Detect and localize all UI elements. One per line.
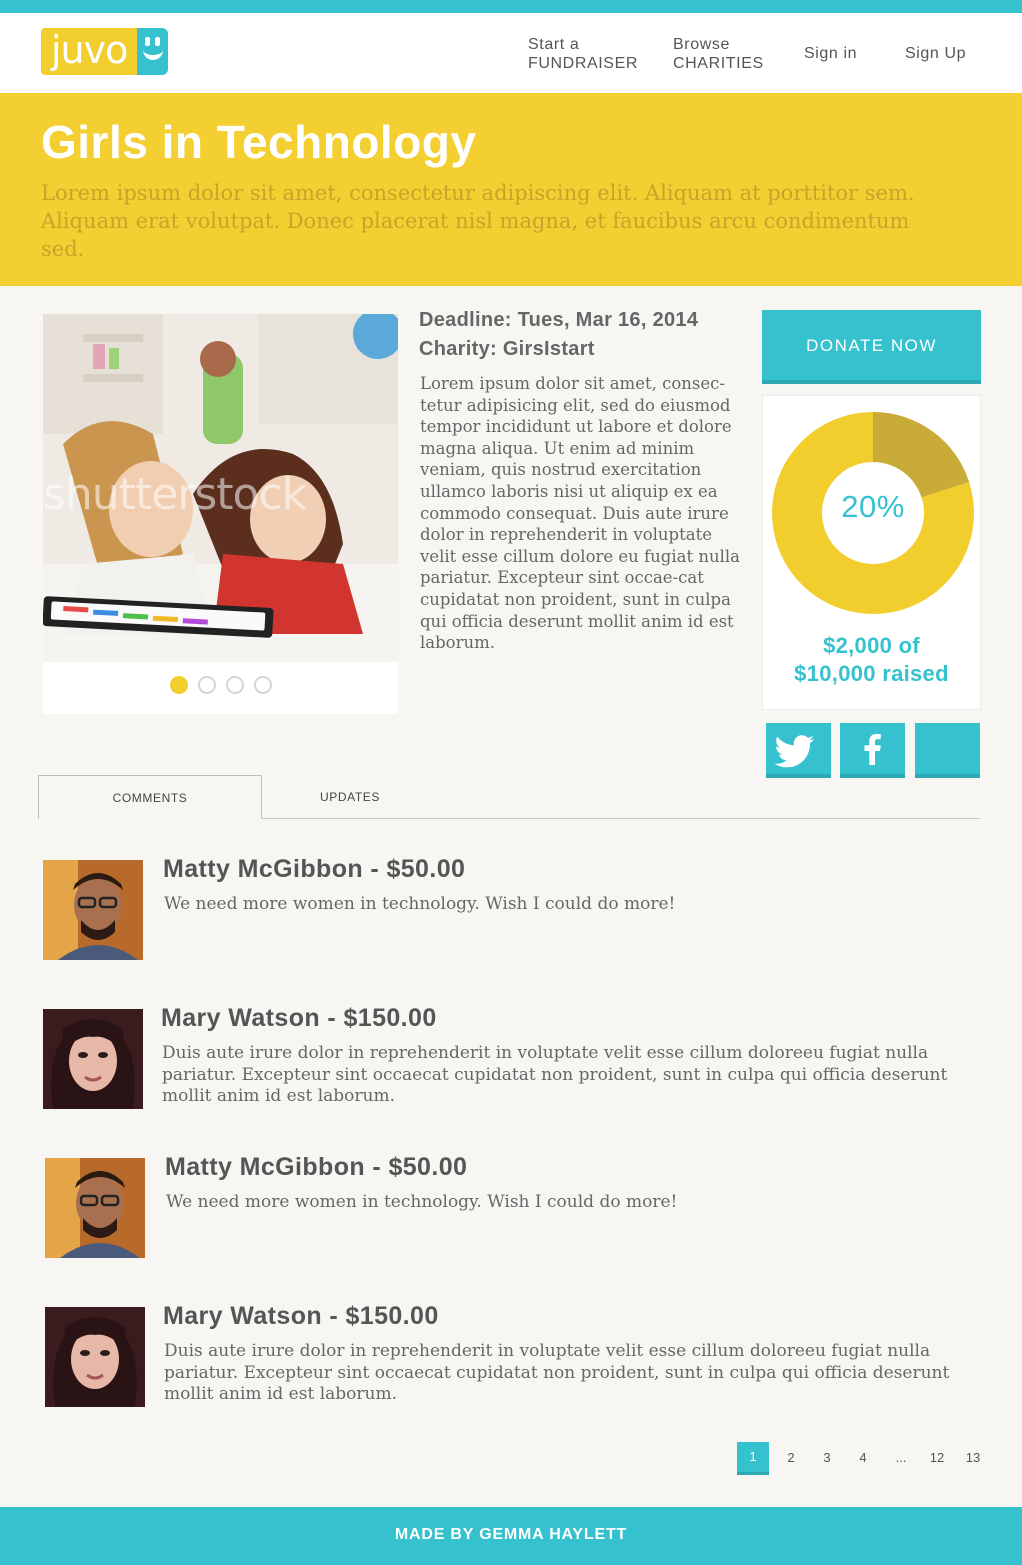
comment-title: Mary Watson - $150.00 [163, 1302, 439, 1330]
avatar [45, 1307, 145, 1407]
avatar [43, 860, 143, 960]
share-facebook-button[interactable] [840, 723, 905, 778]
comment-title: Matty McGibbon - $50.00 [163, 855, 466, 883]
nav-browse-line1: Browse [673, 36, 730, 53]
smiley-face-icon [137, 28, 168, 75]
share-twitter-button[interactable] [766, 723, 831, 778]
page-3[interactable]: 3 [811, 1442, 843, 1475]
donate-now-button[interactable]: DONATE NOW [762, 310, 981, 384]
nav-sign-up[interactable]: Sign Up [905, 44, 966, 63]
page-13[interactable]: 13 [957, 1442, 989, 1475]
carousel-dot-1[interactable] [169, 676, 188, 694]
nav-sign-in[interactable]: Sign in [804, 44, 857, 63]
raised-line-1: $2,000 of [823, 633, 920, 658]
juvo-logo[interactable]: juvo [41, 28, 168, 75]
share-other-button[interactable] [915, 723, 980, 778]
twitter-icon [774, 735, 814, 768]
carousel-indicators [43, 676, 398, 699]
page-1[interactable]: 1 [737, 1442, 769, 1475]
campaign-description: Lorem ipsum dolor sit amet, consec-tetur… [420, 374, 740, 653]
nav-browse-charities[interactable]: Browse CHARITIES [673, 35, 764, 73]
watermark-text: shutterstock [43, 469, 308, 520]
campaign-subtitle: Lorem ipsum dolor sit amet, consectetur … [41, 181, 915, 261]
site-footer: MADE BY GEMMA HAYLETT [0, 1507, 1022, 1565]
facebook-icon [864, 733, 881, 765]
page-ellipsis: ... [895, 1450, 907, 1465]
comment-title: Matty McGibbon - $50.00 [165, 1153, 468, 1181]
campaign-deadline: Deadline: Tues, Mar 16, 2014 [419, 309, 699, 331]
funding-raised-text: $2,000 of $10,000 raised [763, 632, 980, 688]
carousel-dot-4[interactable] [253, 676, 272, 694]
nav-start-line1: Start a [528, 36, 580, 53]
carousel-dot-2[interactable] [197, 676, 216, 694]
top-accent-strip [0, 0, 1022, 13]
campaign-photo: shutterstock [43, 314, 398, 662]
comment-body: Duis aute irure dolor in reprehenderit i… [162, 1043, 948, 1106]
nav-start-fundraiser[interactable]: Start a FUNDRAISER [528, 35, 638, 73]
funding-progress-card: 20% $2,000 of $10,000 raised [762, 395, 981, 710]
comment-body: Duis aute irure dolor in reprehenderit i… [164, 1341, 950, 1404]
page-2[interactable]: 2 [775, 1442, 807, 1475]
tab-updates[interactable]: UPDATES [262, 775, 438, 819]
campaign-title: Girls in Technology [41, 116, 477, 168]
comment-body: We need more women in technology. Wish I… [164, 894, 676, 914]
page-12[interactable]: 12 [921, 1442, 953, 1475]
tab-comments[interactable]: COMMENTS [38, 775, 262, 819]
nav-browse-line2: CHARITIES [673, 55, 764, 72]
campaign-hero: Girls in Technology Lorem ipsum dolor si… [0, 93, 1022, 286]
comment-body: We need more women in technology. Wish I… [166, 1192, 678, 1212]
carousel-dot-3[interactable] [225, 676, 244, 694]
campaign-charity: Charity: GirsIstart [419, 338, 595, 360]
photo-carousel: shutterstock [43, 314, 398, 714]
site-header: juvo Start a FUNDRAISER Browse CHARITIES… [0, 13, 1022, 93]
avatar [43, 1009, 143, 1109]
comment-title: Mary Watson - $150.00 [161, 1004, 437, 1032]
logo-wordmark: juvo [41, 28, 137, 75]
avatar [45, 1158, 145, 1258]
nav-start-line2: FUNDRAISER [528, 55, 639, 72]
raised-line-2: $10,000 raised [794, 661, 949, 686]
page-4[interactable]: 4 [847, 1442, 879, 1475]
funding-percent: 20% [841, 489, 905, 524]
